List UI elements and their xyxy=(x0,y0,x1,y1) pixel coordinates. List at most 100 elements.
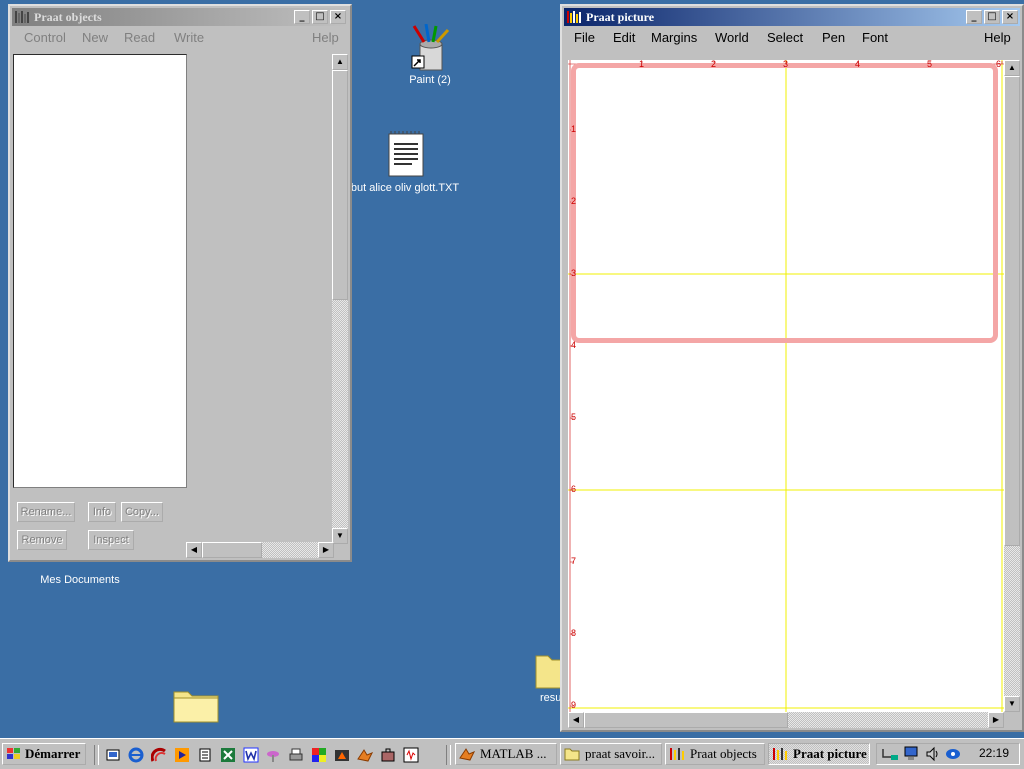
praat-app-icon xyxy=(15,11,29,23)
matlab-quick-icon[interactable] xyxy=(357,747,373,763)
desktop-icon-label: Paint (2) xyxy=(409,74,451,86)
scroll-up-button[interactable]: ▲ xyxy=(1004,60,1020,76)
display-icon[interactable] xyxy=(903,746,921,762)
menu-margins[interactable]: Margins xyxy=(651,28,697,48)
task-praat-picture[interactable]: Praat picture xyxy=(768,743,870,765)
desktop-icon-txt-file[interactable]: but alice oliv glott.TXT xyxy=(350,130,460,194)
window-title: Praat picture xyxy=(586,10,655,24)
ruler-label-left: 6 xyxy=(571,484,577,494)
maximize-button[interactable]: □ xyxy=(984,10,1000,24)
scroll-left-button[interactable]: ◀ xyxy=(568,712,584,728)
menu-control[interactable]: Control xyxy=(24,28,66,48)
scroll-down-button[interactable]: ▼ xyxy=(1004,696,1020,712)
matlab-icon xyxy=(459,748,475,761)
menu-bar: File Edit Margins World Select Pen Font … xyxy=(564,28,1020,48)
praat-app-icon xyxy=(773,748,787,760)
messenger-icon[interactable] xyxy=(945,746,961,762)
quick-launch-divider xyxy=(94,745,99,765)
menu-write[interactable]: Write xyxy=(174,28,204,48)
minimize-button[interactable]: _ xyxy=(966,10,982,24)
task-divider xyxy=(446,745,451,765)
close-button[interactable]: × xyxy=(330,10,346,24)
task-praat-objects[interactable]: Praat objects xyxy=(665,743,765,765)
task-label: MATLAB ... xyxy=(480,746,547,761)
ruler-label-top: 3 xyxy=(783,60,789,69)
title-bar[interactable]: Praat picture _ □ × xyxy=(564,8,1020,26)
task-matlab[interactable]: MATLAB ... xyxy=(455,743,557,765)
praat-app-icon xyxy=(670,748,684,760)
scroll-left-button[interactable]: ◀ xyxy=(186,542,202,558)
network-icon[interactable] xyxy=(881,746,899,762)
ruler-label-left: 7 xyxy=(571,556,577,566)
copy-button[interactable]: Copy... xyxy=(121,502,163,522)
close-button[interactable]: × xyxy=(1002,10,1018,24)
media-player-icon[interactable] xyxy=(174,747,190,763)
scroll-thumb[interactable] xyxy=(584,712,788,728)
vertical-scrollbar[interactable]: ▲ ▼ xyxy=(1004,60,1020,712)
selection-rectangle[interactable] xyxy=(571,63,998,343)
window-title: Praat objects xyxy=(34,10,102,24)
task-label: Praat objects xyxy=(690,746,757,761)
ruler-label-left: 2 xyxy=(571,196,577,206)
start-button[interactable]: Démarrer xyxy=(2,743,86,765)
scroll-right-button[interactable]: ▶ xyxy=(988,712,1004,728)
menu-font[interactable]: Font xyxy=(862,28,888,48)
scroll-up-button[interactable]: ▲ xyxy=(332,54,348,70)
info-button[interactable]: Info xyxy=(88,502,116,522)
toolbox-icon[interactable] xyxy=(380,747,396,763)
show-desktop-icon[interactable] xyxy=(105,747,121,763)
ruler-label-top: 6 xyxy=(996,60,1002,69)
scroll-thumb[interactable] xyxy=(202,542,262,558)
menu-read[interactable]: Read xyxy=(124,28,155,48)
scroll-thumb[interactable] xyxy=(1004,76,1020,546)
menu-bar: Control New Read Write Help xyxy=(12,28,348,48)
minimize-button[interactable]: _ xyxy=(294,10,310,24)
menu-world[interactable]: World xyxy=(715,28,749,48)
scroll-right-button[interactable]: ▶ xyxy=(318,542,334,558)
task-label: praat savoir... xyxy=(585,746,656,761)
task-label: Praat picture xyxy=(793,746,867,761)
objects-list[interactable] xyxy=(13,54,187,488)
scanner-icon[interactable] xyxy=(334,747,350,763)
menu-select[interactable]: Select xyxy=(767,28,803,48)
folder-icon[interactable] xyxy=(172,684,220,724)
internet-explorer-icon[interactable] xyxy=(128,747,144,763)
word-icon[interactable] xyxy=(243,747,259,763)
menu-edit[interactable]: Edit xyxy=(613,28,635,48)
desktop-icon-mes-documents[interactable]: Mes Documents xyxy=(30,560,130,586)
ruler-label-left: 5 xyxy=(571,412,577,422)
vertical-scrollbar[interactable]: ▲ ▼ xyxy=(332,54,348,544)
remove-button[interactable]: Remove xyxy=(17,530,67,550)
rename-button[interactable]: Rename... xyxy=(17,502,75,522)
task-praat-savoir[interactable]: praat savoir... xyxy=(560,743,662,765)
printer-icon[interactable] xyxy=(288,747,304,763)
ruler-label-left: 3 xyxy=(571,268,577,278)
excel-icon[interactable] xyxy=(220,747,236,763)
ruler-label-top: 5 xyxy=(927,60,933,69)
sound-recorder-icon[interactable] xyxy=(403,747,419,763)
menu-help[interactable]: Help xyxy=(984,28,1011,48)
menu-pen[interactable]: Pen xyxy=(822,28,845,48)
menu-file[interactable]: File xyxy=(574,28,595,48)
picture-canvas[interactable]: 1 2 3 4 5 6 1 2 3 4 5 6 7 8 9 xyxy=(568,60,1004,712)
ruler-label-left: 1 xyxy=(571,124,577,134)
menu-help[interactable]: Help xyxy=(312,28,339,48)
paint-quick-icon[interactable] xyxy=(265,747,281,763)
menu-new[interactable]: New xyxy=(82,28,108,48)
media-icon[interactable] xyxy=(151,747,167,763)
praat-objects-window: Praat objects _ □ × Control New Read Wri… xyxy=(8,4,352,562)
praat-app-icon xyxy=(567,11,581,23)
scroll-thumb[interactable] xyxy=(332,70,348,300)
image-viewer-icon[interactable] xyxy=(311,747,327,763)
volume-icon[interactable] xyxy=(925,746,941,762)
inspect-button[interactable]: Inspect xyxy=(88,530,134,550)
horizontal-scrollbar[interactable]: ◀ ▶ xyxy=(186,542,334,558)
horizontal-scrollbar[interactable]: ◀ ▶ xyxy=(568,712,1004,728)
scroll-down-button[interactable]: ▼ xyxy=(332,528,348,544)
maximize-button[interactable]: □ xyxy=(312,10,328,24)
desktop-icon-paint[interactable]: Paint (2) xyxy=(398,24,462,86)
system-tray: 22:19 xyxy=(876,743,1020,765)
desktop-icon-label: but alice oliv glott.TXT xyxy=(350,182,460,194)
title-bar[interactable]: Praat objects _ □ × xyxy=(12,8,348,26)
notepad-icon[interactable] xyxy=(197,747,213,763)
